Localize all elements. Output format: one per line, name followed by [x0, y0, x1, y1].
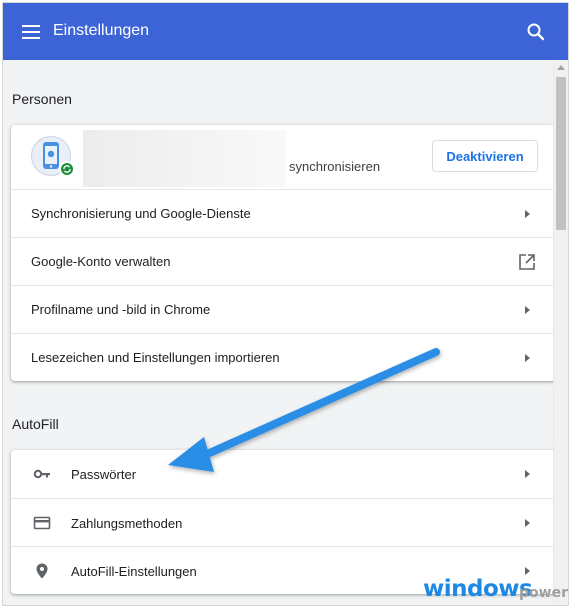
- row-label: Zahlungsmethoden: [71, 516, 183, 531]
- chevron-right-icon: [525, 209, 530, 218]
- row-label: Profilname und -bild in Chrome: [31, 302, 211, 317]
- external-link-icon[interactable]: [518, 253, 536, 271]
- page-title: Einstellungen: [53, 22, 150, 39]
- row-manage-google-account[interactable]: Google-Konto verwalten: [11, 237, 556, 285]
- chevron-right-icon: [525, 470, 530, 478]
- top-bar: Einstellungen: [3, 3, 568, 60]
- settings-window: Einstellungen Personen synchronisieren D…: [2, 2, 569, 606]
- settings-content: Personen synchronisieren Deaktivieren Sy…: [3, 60, 568, 605]
- location-pin-icon: [33, 562, 51, 580]
- row-label: Passwörter: [71, 467, 137, 482]
- row-label: Google-Konto verwalten: [31, 254, 171, 269]
- sidebar-item-sync-services[interactable]: Synchronisierung und Google-Dienste: [11, 189, 556, 237]
- row-passwords[interactable]: Passwörter: [11, 450, 556, 498]
- credit-card-icon: [33, 514, 51, 532]
- section-title-people: Personen: [12, 91, 72, 107]
- watermark-logo-sub: power: [519, 585, 568, 601]
- row-profile-name-picture[interactable]: Profilname und -bild in Chrome: [11, 285, 556, 333]
- chevron-right-icon: [525, 566, 530, 575]
- watermark-logo: windows: [423, 576, 533, 602]
- vertical-scrollbar[interactable]: [553, 60, 568, 605]
- deactivate-button[interactable]: Deaktivieren: [432, 140, 538, 172]
- row-import-bookmarks[interactable]: Lesezeichen und Einstellungen importiere…: [11, 333, 556, 381]
- people-card: synchronisieren Deaktivieren Synchronisi…: [11, 125, 556, 381]
- account-row: synchronisieren Deaktivieren: [11, 125, 556, 189]
- row-label: Synchronisierung und Google-Dienste: [31, 206, 251, 221]
- autofill-card: Passwörter Zahlungsmethoden AutoFill-Ein…: [11, 450, 556, 594]
- hamburger-menu-icon[interactable]: [22, 25, 40, 39]
- sync-icon: [59, 161, 75, 177]
- chevron-right-icon: [525, 518, 530, 527]
- chevron-right-icon: [525, 353, 530, 362]
- row-payment-methods[interactable]: Zahlungsmethoden: [11, 498, 556, 546]
- row-label: AutoFill-Einstellungen: [71, 564, 197, 579]
- scroll-up-arrow-icon[interactable]: [557, 65, 565, 70]
- key-icon: [33, 465, 51, 483]
- row-label: Lesezeichen und Einstellungen importiere…: [31, 350, 280, 365]
- search-icon[interactable]: [526, 22, 546, 42]
- sync-status-text: synchronisieren: [289, 159, 381, 174]
- scroll-thumb[interactable]: [556, 77, 566, 230]
- chevron-right-icon: [525, 305, 530, 314]
- section-title-autofill: AutoFill: [12, 416, 59, 432]
- account-name-redacted: [83, 130, 286, 187]
